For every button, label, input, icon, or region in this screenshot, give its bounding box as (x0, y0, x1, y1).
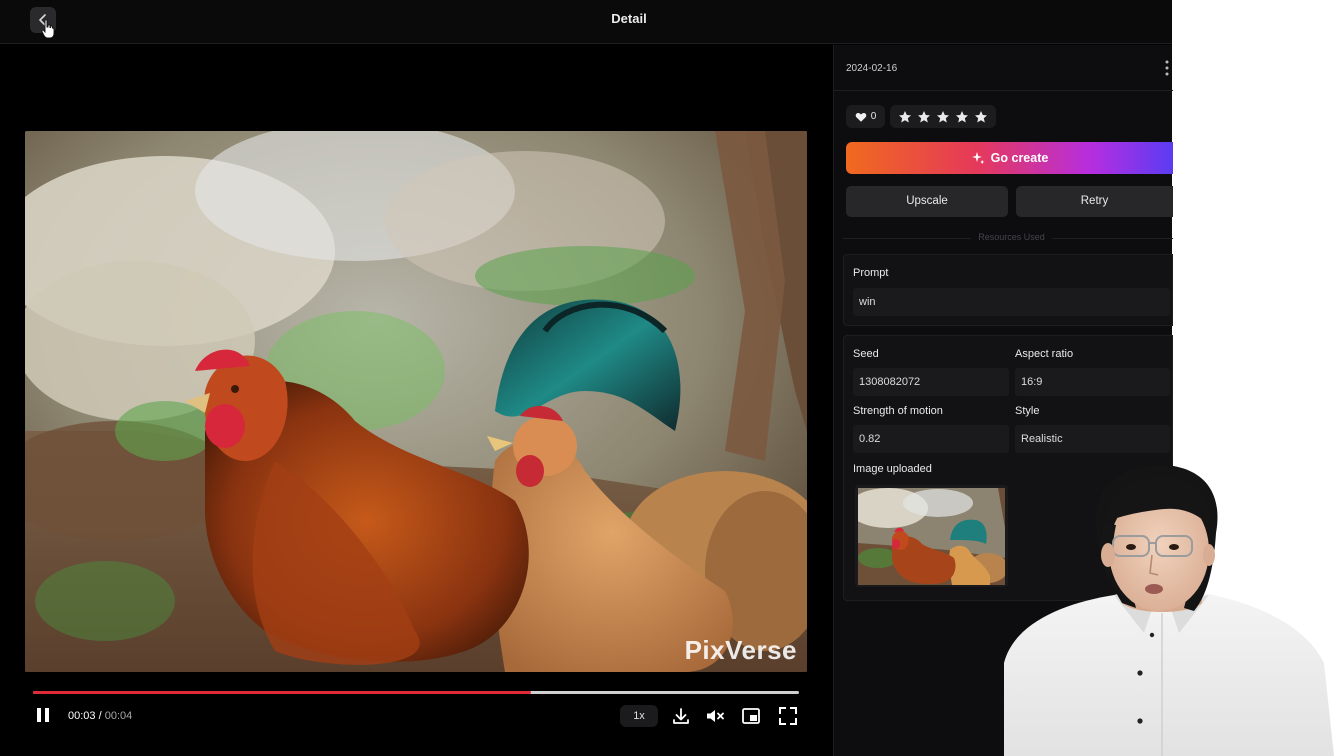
app-window: Detail PixVerse 00:03 / 00:04 1x 2024-02… (0, 0, 1173, 756)
prompt-label: Prompt (853, 267, 889, 279)
playback-speed-button[interactable]: 1x (620, 705, 658, 727)
progress-fill (33, 691, 531, 694)
seed-value: 1308082072 (853, 368, 1009, 396)
rating-stars (890, 105, 996, 128)
more-options-icon[interactable] (1164, 59, 1170, 77)
media-area: PixVerse 00:03 / 00:04 1x (0, 45, 832, 756)
star-icon[interactable] (917, 110, 931, 124)
like-button[interactable]: 0 (846, 105, 885, 128)
retry-button[interactable]: Retry (1016, 186, 1173, 217)
upscale-button[interactable]: Upscale (846, 186, 1008, 217)
mute-button[interactable] (704, 705, 726, 727)
resources-used-label: Resources Used (978, 232, 1045, 242)
presenter-webcam-overlay (1004, 463, 1344, 756)
uploaded-image (858, 488, 1005, 585)
picture-in-picture-icon (742, 708, 760, 724)
strength-of-motion-value: 0.82 (853, 425, 1009, 453)
watermark: PixVerse (684, 635, 797, 665)
prompt-value: win (853, 288, 1170, 316)
seed-label: Seed (853, 348, 879, 360)
like-count: 0 (870, 111, 877, 122)
presenter-figure (1004, 464, 1334, 756)
fullscreen-icon (779, 707, 797, 725)
current-time: 00:03 (68, 710, 96, 722)
page-title: Detail (611, 11, 647, 26)
aspect-ratio-label: Aspect ratio (1015, 348, 1074, 360)
pause-button[interactable] (35, 707, 51, 723)
sparkle-icon (971, 152, 984, 165)
strength-of-motion-label: Strength of motion (853, 405, 943, 417)
star-icon[interactable] (898, 110, 912, 124)
aspect-ratio-value: 16:9 (1015, 368, 1170, 396)
star-icon[interactable] (955, 110, 969, 124)
star-icon[interactable] (936, 110, 950, 124)
go-create-label: Go create (990, 151, 1049, 165)
download-button[interactable] (670, 705, 692, 727)
go-create-button[interactable]: Go create (846, 142, 1173, 174)
creation-date: 2024-02-16 (846, 63, 898, 74)
divider (1052, 238, 1173, 239)
header-bar: Detail (0, 0, 1172, 44)
heart-icon (855, 112, 866, 122)
image-uploaded-label: Image uploaded (853, 463, 932, 475)
divider (834, 90, 1173, 91)
prompt-card: Prompt win (843, 254, 1173, 326)
download-icon (673, 708, 689, 724)
player-controls: 00:03 / 00:04 1x (0, 702, 832, 732)
volume-muted-icon (707, 710, 724, 722)
progress-bar[interactable] (33, 691, 799, 694)
style-value: Realistic (1015, 425, 1170, 453)
star-icon[interactable] (974, 110, 988, 124)
uploaded-image-thumbnail[interactable] (855, 485, 1008, 587)
time-separator: / (98, 710, 102, 722)
duration: 00:04 (104, 710, 133, 722)
style-label: Style (1015, 405, 1040, 417)
fullscreen-button[interactable] (777, 705, 799, 727)
video-player[interactable]: PixVerse (25, 131, 807, 672)
time-display: 00:03 / 00:04 (68, 710, 132, 722)
video-frame (25, 131, 807, 672)
pause-icon (37, 708, 41, 722)
picture-in-picture-button[interactable] (740, 705, 762, 727)
